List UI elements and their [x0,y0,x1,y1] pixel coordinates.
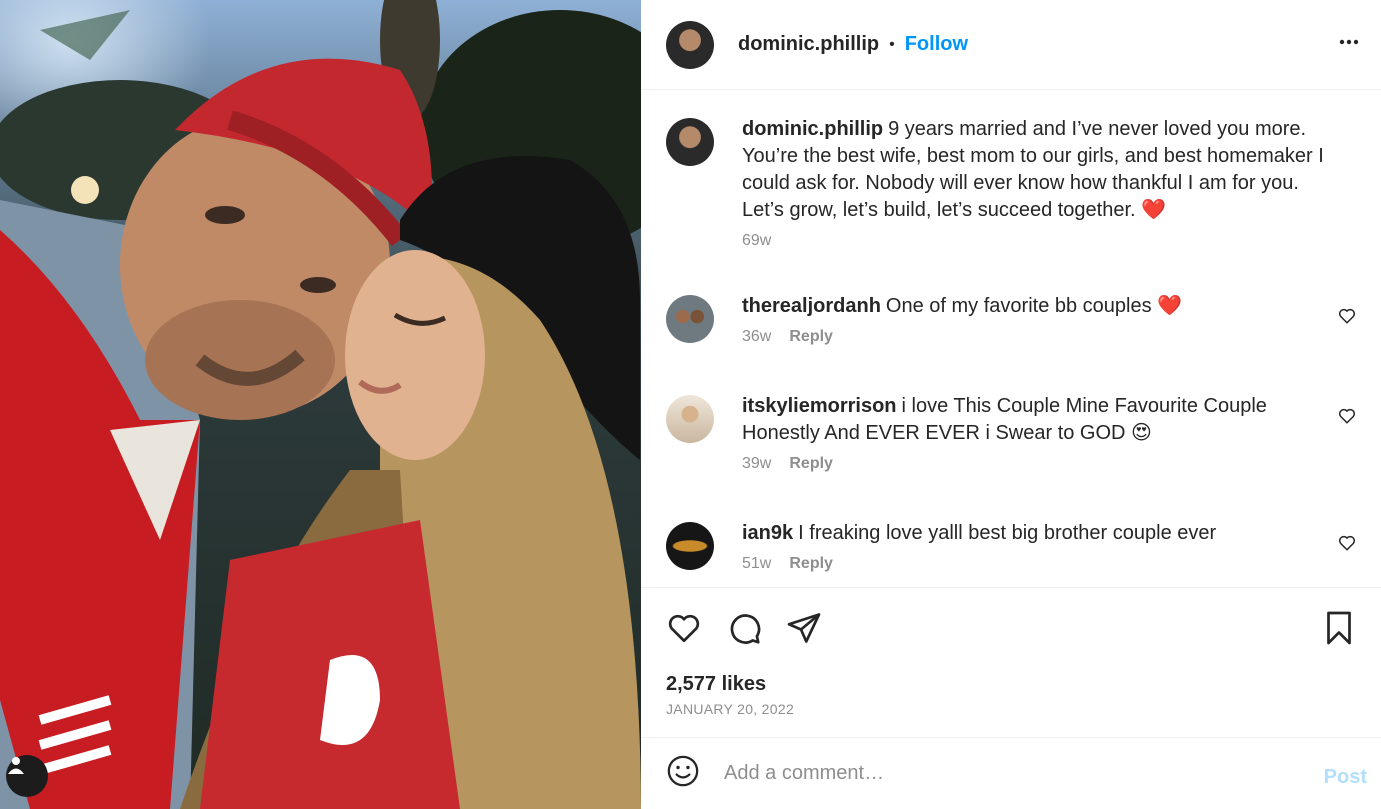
smiley-icon[interactable] [666,754,700,793]
comment-like-icon[interactable] [1338,307,1356,330]
comment-age[interactable]: 51w [742,555,771,573]
reply-button[interactable]: Reply [789,455,833,473]
comment-bubble-icon[interactable] [726,610,762,651]
post-side-panel: dominic.phillip • Follow dominic.phillip… [641,0,1381,809]
caption-username[interactable]: dominic.phillip [742,118,883,140]
comment-like-icon[interactable] [1338,407,1356,430]
action-bar [666,610,822,651]
post-actions-area: 2,577 likes JANUARY 20, 2022 [641,587,1381,737]
comment-item: itskyliemorrison i love This Couple Mine … [666,393,1356,473]
reply-button[interactable]: Reply [789,555,833,573]
commenter-username[interactable]: therealjordanh [742,295,881,317]
comment-age[interactable]: 39w [742,455,771,473]
post-date[interactable]: JANUARY 20, 2022 [666,701,794,717]
follow-button[interactable]: Follow [905,33,968,56]
commenter-username[interactable]: ian9k [742,522,793,544]
post-button[interactable]: Post [1324,766,1367,789]
comment-composer: Post [641,737,1381,809]
commenter-avatar[interactable] [666,395,714,443]
paper-plane-icon[interactable] [786,610,822,651]
comment-age[interactable]: 36w [742,328,771,346]
more-options-icon[interactable] [1337,30,1361,59]
bookmark-icon[interactable] [1324,610,1354,651]
author-avatar[interactable] [666,20,714,69]
post-header: dominic.phillip • Follow [641,0,1381,90]
caption-age[interactable]: 69w [742,232,771,250]
reply-button[interactable]: Reply [789,328,833,346]
comment-input[interactable] [724,762,1284,785]
user-tag-icon [8,757,24,774]
comments-list[interactable]: dominic.phillip 9 years married and I’ve … [641,91,1381,587]
likes-count[interactable]: 2,577 likes [666,673,766,696]
comment-item: ian9k I freaking love yalll best big brot… [666,520,1356,573]
comment-like-icon[interactable] [1338,534,1356,557]
commenter-avatar[interactable] [666,522,714,570]
comment-text: One of my favorite bb couples ❤️ [885,295,1183,317]
commenter-avatar[interactable] [666,295,714,343]
user-tag-button[interactable] [6,755,48,797]
caption-avatar[interactable] [666,118,714,166]
comment-item: therealjordanh One of my favorite bb coup… [666,293,1356,346]
separator-dot: • [889,35,895,53]
commenter-username[interactable]: itskyliemorrison [742,395,897,417]
caption-entry: dominic.phillip 9 years married and I’ve … [666,116,1356,250]
comment-text: I freaking love yalll best big brother c… [798,522,1217,544]
post-photo[interactable] [0,0,641,809]
heart-icon[interactable] [666,610,702,651]
selfie-image [0,0,641,809]
author-username[interactable]: dominic.phillip [738,33,879,56]
